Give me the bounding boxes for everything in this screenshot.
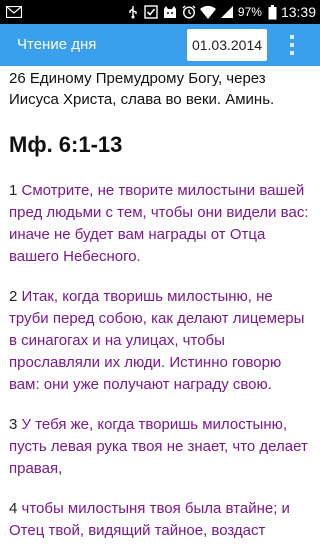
verse-text: У тебя же, когда творишь милостыню, пуст… xyxy=(9,416,308,477)
usb-icon xyxy=(126,5,140,19)
signal-icon xyxy=(220,5,234,19)
verse-number: 4 xyxy=(9,500,18,517)
verse-text: Итак, когда творишь милостыню, не труби … xyxy=(9,288,305,393)
status-bar: 97% 13:39 xyxy=(0,0,320,24)
overflow-menu-icon[interactable] xyxy=(282,30,302,60)
reading-heading: Мф. 6:1-13 xyxy=(9,132,123,157)
gmail-icon xyxy=(6,6,22,18)
clock-time: 13:39 xyxy=(280,4,316,20)
intro-verse: 26 Единому Премудрому Богу, через Иисуса… xyxy=(9,70,275,108)
verse-number: 1 xyxy=(9,182,18,199)
alarm-clock-icon xyxy=(182,5,196,19)
checkbox-icon xyxy=(144,5,158,19)
verse-text: чтобы милостыня твоя была втайне; и Отец… xyxy=(9,500,290,539)
battery-icon xyxy=(268,4,277,20)
battery-percent: 97% xyxy=(237,5,262,19)
verse-item: 1 Смотрите, не творите милостыни вашей п… xyxy=(9,180,315,268)
verse-text: Смотрите, не творите милостыни вашей пре… xyxy=(9,182,309,265)
verse-item: 2 Итак, когда творишь милостыню, не труб… xyxy=(9,286,315,396)
date-picker-button[interactable]: 01.03.2014 xyxy=(187,29,267,61)
verse-item: 3 У тебя же, когда творишь милостыню, пу… xyxy=(9,414,315,480)
verse-number: 3 xyxy=(9,416,18,433)
cat-icon xyxy=(162,5,178,19)
wifi-icon xyxy=(199,5,216,19)
verse-item: 4 чтобы милостыня твоя была втайне; и От… xyxy=(9,498,315,542)
action-bar: Чтение дня 01.03.2014 xyxy=(0,24,320,66)
app-title: Чтение дня xyxy=(17,36,97,53)
verse-number: 2 xyxy=(9,288,18,305)
reading-content: 26 Единому Премудрому Богу, через Иисуса… xyxy=(9,68,315,560)
